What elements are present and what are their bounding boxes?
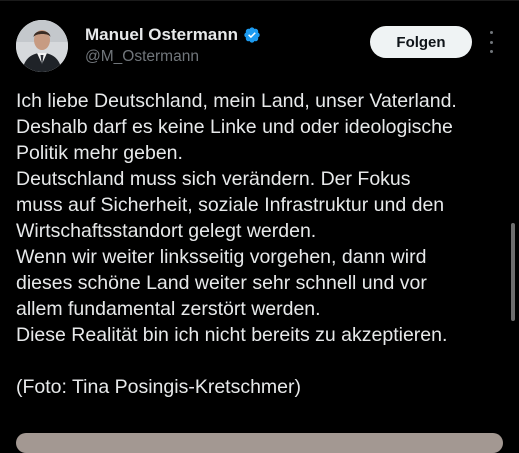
tweet-line: allem fundamental zerstört werden.	[16, 298, 321, 320]
tweet-line: Deshalb darf es keine Linke und oder ide…	[16, 116, 453, 138]
tweet-line: Diese Realität bin ich nicht bereits zu …	[16, 324, 448, 346]
tweet-line: dieses schöne Land weiter sehr schnell u…	[16, 272, 427, 294]
verified-badge-icon[interactable]	[243, 26, 261, 44]
profile-photo-icon	[16, 20, 68, 72]
tweet-line: Wenn wir weiter linksseitig vorgehen, da…	[16, 246, 427, 268]
author-handle[interactable]: @M_Ostermann	[85, 48, 199, 66]
tweet-line: Politik mehr geben.	[16, 142, 183, 164]
tweet-line: muss auf Sicherheit, soziale Infrastrukt…	[16, 194, 445, 216]
tweet-line: Ich liebe Deutschland, mein Land, unser …	[16, 90, 457, 112]
avatar[interactable]	[16, 20, 68, 72]
more-options-icon[interactable]	[486, 31, 496, 53]
scrollbar-thumb[interactable]	[511, 223, 515, 321]
tweet-text: Ich liebe Deutschland, mein Land, unser …	[16, 88, 511, 400]
tweet-line: Deutschland muss sich verändern. Der Fok…	[16, 168, 411, 190]
tweet-line: Wirtschaftsstandort gelegt werden.	[16, 220, 317, 242]
follow-button[interactable]: Folgen	[370, 26, 472, 58]
tweet-photo-credit: (Foto: Tina Posingis-Kretschmer)	[16, 376, 302, 398]
author-name-row: Manuel Ostermann	[85, 25, 261, 45]
author-display-name[interactable]: Manuel Ostermann	[85, 25, 238, 45]
tweet-media-preview[interactable]	[16, 433, 503, 453]
top-divider	[0, 0, 519, 1]
